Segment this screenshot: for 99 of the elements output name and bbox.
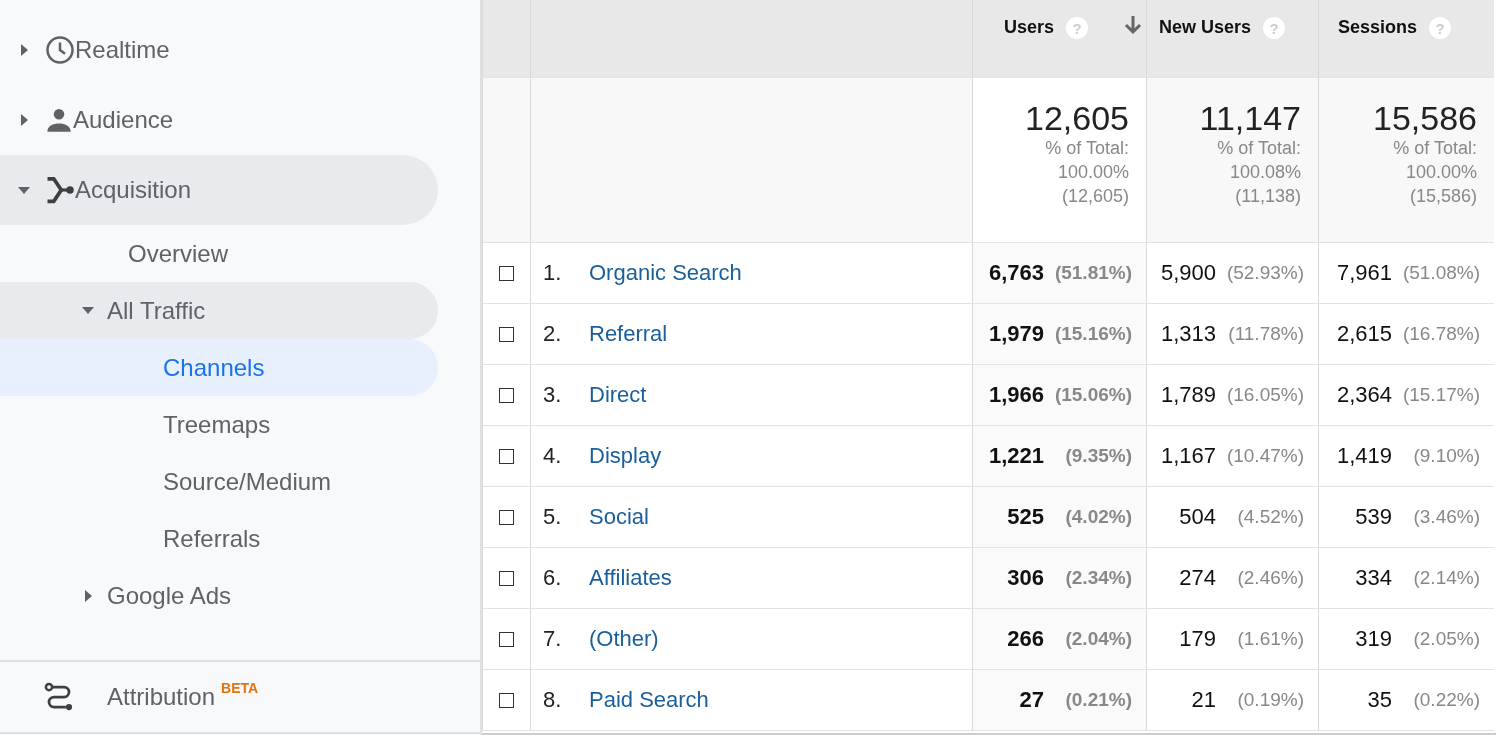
metric-value: 1,167 bbox=[1160, 443, 1216, 469]
metric-percent: (0.19%) bbox=[1236, 689, 1304, 711]
clock-icon bbox=[45, 35, 75, 65]
metric-value: 2,364 bbox=[1336, 382, 1392, 408]
row-number: 3. bbox=[542, 382, 563, 408]
caret-icon bbox=[82, 307, 94, 314]
metric-value: 334 bbox=[1355, 565, 1392, 591]
metric-value: 1,221 bbox=[988, 443, 1044, 469]
sidebar-item[interactable]: All Traffic bbox=[0, 282, 438, 339]
sidebar-item[interactable]: Treemaps bbox=[0, 396, 438, 453]
metric-percent: (1.61%) bbox=[1236, 628, 1304, 650]
metric-value: 1,313 bbox=[1160, 321, 1216, 347]
row-number: 5. bbox=[542, 504, 563, 530]
channel-link[interactable]: Affiliates bbox=[589, 565, 672, 591]
sidebar-item[interactable]: Acquisition bbox=[0, 155, 438, 225]
metric-percent: (9.35%) bbox=[1064, 445, 1132, 467]
sidebar-item[interactable]: Audience bbox=[0, 85, 438, 155]
sidebar-item[interactable]: Realtime bbox=[0, 15, 438, 85]
metric-percent: (10.47%) bbox=[1226, 445, 1304, 467]
metric-percent: (16.05%) bbox=[1226, 384, 1304, 406]
metric-value: 306 bbox=[1007, 565, 1044, 591]
branch-icon bbox=[45, 175, 75, 205]
metric-value: 21 bbox=[1191, 687, 1216, 713]
total-cell: 11,147 % of Total: 100.08% (11,138) bbox=[1146, 78, 1318, 243]
metric-percent: (0.21%) bbox=[1064, 689, 1132, 711]
row-checkbox[interactable] bbox=[499, 265, 514, 281]
row-number: 4. bbox=[542, 443, 563, 469]
metric-value: 5,900 bbox=[1160, 260, 1216, 286]
metric-percent: (4.02%) bbox=[1064, 506, 1132, 528]
metric-percent: (2.34%) bbox=[1064, 567, 1132, 589]
sidebar-item[interactable]: Channels bbox=[0, 339, 438, 396]
row-number: 2. bbox=[542, 321, 563, 347]
row-checkbox[interactable] bbox=[499, 570, 514, 586]
sidebar-item[interactable]: Google Ads bbox=[0, 567, 438, 624]
person-icon bbox=[45, 106, 73, 134]
metric-value: 35 bbox=[1367, 687, 1392, 713]
metric-value: 1,979 bbox=[988, 321, 1044, 347]
metric-percent: (9.10%) bbox=[1412, 445, 1480, 467]
metric-percent: (2.05%) bbox=[1412, 628, 1480, 650]
row-number: 8. bbox=[542, 687, 563, 713]
row-checkbox[interactable] bbox=[499, 448, 514, 464]
column-header[interactable]: Users ? bbox=[972, 0, 1146, 78]
metric-percent: (2.14%) bbox=[1412, 567, 1480, 589]
metric-value: 1,966 bbox=[988, 382, 1044, 408]
metric-percent: (3.46%) bbox=[1412, 506, 1480, 528]
metric-percent: (11.78%) bbox=[1227, 323, 1304, 345]
row-number: 6. bbox=[542, 565, 563, 591]
row-checkbox[interactable] bbox=[499, 387, 514, 403]
metric-percent: (4.52%) bbox=[1236, 506, 1304, 528]
metric-value: 504 bbox=[1179, 504, 1216, 530]
row-checkbox[interactable] bbox=[499, 692, 514, 708]
sidebar-item[interactable]: Overview bbox=[0, 225, 438, 282]
route-icon bbox=[44, 682, 74, 712]
metric-value: 1,419 bbox=[1336, 443, 1392, 469]
metric-value: 266 bbox=[1007, 626, 1044, 652]
channel-link[interactable]: (Other) bbox=[589, 626, 659, 652]
sort-arrow-icon[interactable] bbox=[1124, 14, 1142, 36]
metric-percent: (2.04%) bbox=[1064, 628, 1132, 650]
metric-percent: (15.06%) bbox=[1054, 384, 1132, 406]
caret-icon bbox=[20, 44, 28, 56]
total-cell: 12,605 % of Total: 100.00% (12,605) bbox=[972, 78, 1146, 243]
caret-icon bbox=[18, 186, 30, 194]
metric-percent: (15.16%) bbox=[1054, 323, 1132, 345]
metric-percent: (2.46%) bbox=[1236, 567, 1304, 589]
column-header[interactable]: New Users ? bbox=[1146, 0, 1318, 78]
column-header[interactable]: Sessions ? bbox=[1318, 0, 1494, 78]
metric-value: 539 bbox=[1355, 504, 1392, 530]
caret-icon bbox=[84, 589, 92, 602]
sidebar-item[interactable]: Referrals bbox=[0, 510, 438, 567]
caret-icon bbox=[20, 114, 28, 126]
metric-percent: (51.08%) bbox=[1402, 262, 1480, 284]
channel-link[interactable]: Display bbox=[589, 443, 662, 469]
metric-value: 1,789 bbox=[1160, 382, 1216, 408]
metric-value: 525 bbox=[1007, 504, 1044, 530]
row-number: 1. bbox=[542, 260, 563, 286]
metric-percent: (15.17%) bbox=[1402, 384, 1480, 406]
metric-percent: (52.93%) bbox=[1226, 262, 1304, 284]
metric-value: 274 bbox=[1179, 565, 1216, 591]
metric-percent: (16.78%) bbox=[1402, 323, 1480, 345]
metric-value: 7,961 bbox=[1336, 260, 1392, 286]
row-checkbox[interactable] bbox=[499, 509, 514, 525]
channel-link[interactable]: Paid Search bbox=[589, 687, 709, 713]
channel-link[interactable]: Social bbox=[589, 504, 649, 530]
row-checkbox[interactable] bbox=[499, 631, 514, 647]
channel-link[interactable]: Organic Search bbox=[589, 260, 742, 286]
channel-link[interactable]: Direct bbox=[589, 382, 647, 408]
metric-percent: (0.22%) bbox=[1412, 689, 1480, 711]
metric-value: 319 bbox=[1355, 626, 1392, 652]
metric-value: 2,615 bbox=[1336, 321, 1392, 347]
row-checkbox[interactable] bbox=[499, 326, 514, 342]
sidebar-item[interactable]: Source/Medium bbox=[0, 453, 438, 510]
metric-percent: (51.81%) bbox=[1054, 262, 1132, 284]
row-number: 7. bbox=[542, 626, 563, 652]
total-cell: 15,586 % of Total: 100.00% (15,586) bbox=[1318, 78, 1494, 243]
channel-link[interactable]: Referral bbox=[589, 321, 668, 347]
metric-value: 27 bbox=[1019, 687, 1044, 713]
sidebar-item[interactable]: Attribution BETA bbox=[0, 660, 480, 734]
metric-value: 6,763 bbox=[988, 260, 1044, 286]
metric-value: 179 bbox=[1179, 626, 1216, 652]
